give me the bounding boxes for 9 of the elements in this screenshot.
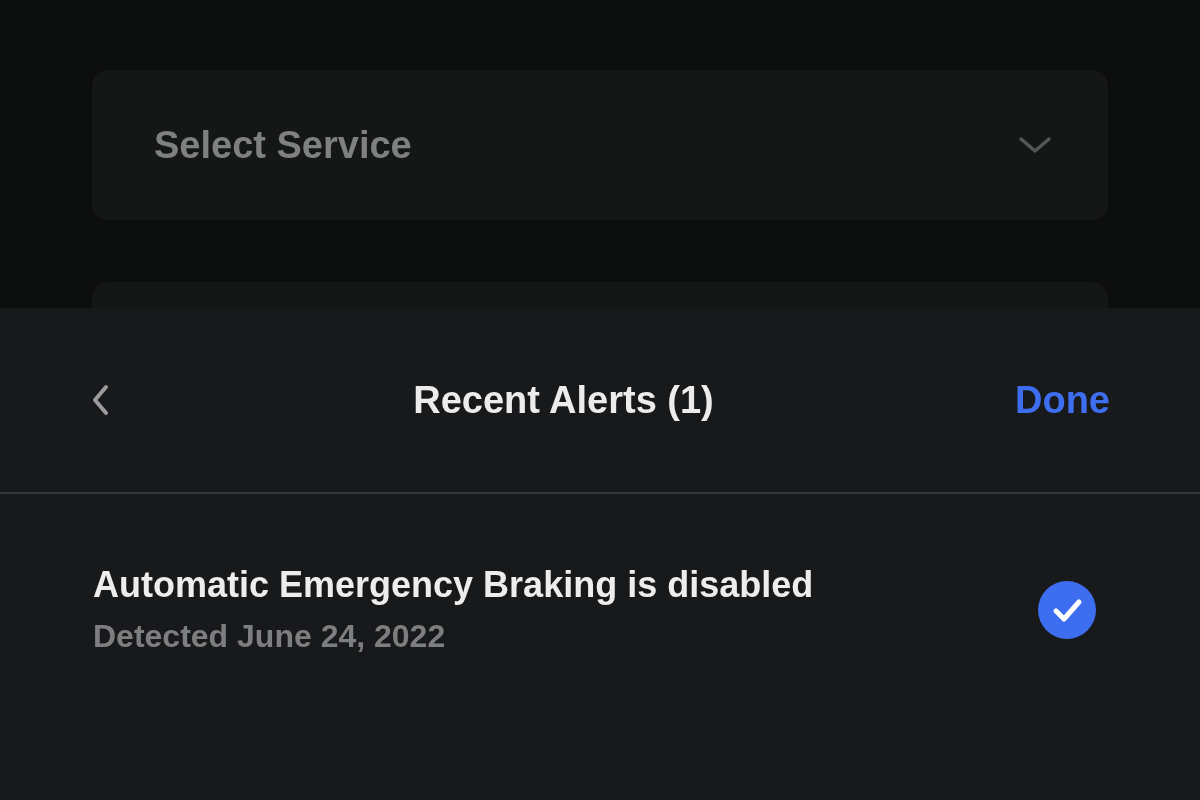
sheet-title: Recent Alerts (1) <box>413 378 714 422</box>
done-button[interactable]: Done <box>1015 378 1110 422</box>
alert-title: Automatic Emergency Braking is disabled <box>93 564 814 606</box>
checked-icon[interactable] <box>1038 580 1096 639</box>
dropdown-placeholder: Select Service <box>154 123 412 167</box>
service-dropdown[interactable]: Select Service <box>92 70 1108 220</box>
back-icon <box>90 384 110 416</box>
alert-date: Detected June 24, 2022 <box>93 618 447 655</box>
chevron-down-icon <box>1018 135 1052 155</box>
